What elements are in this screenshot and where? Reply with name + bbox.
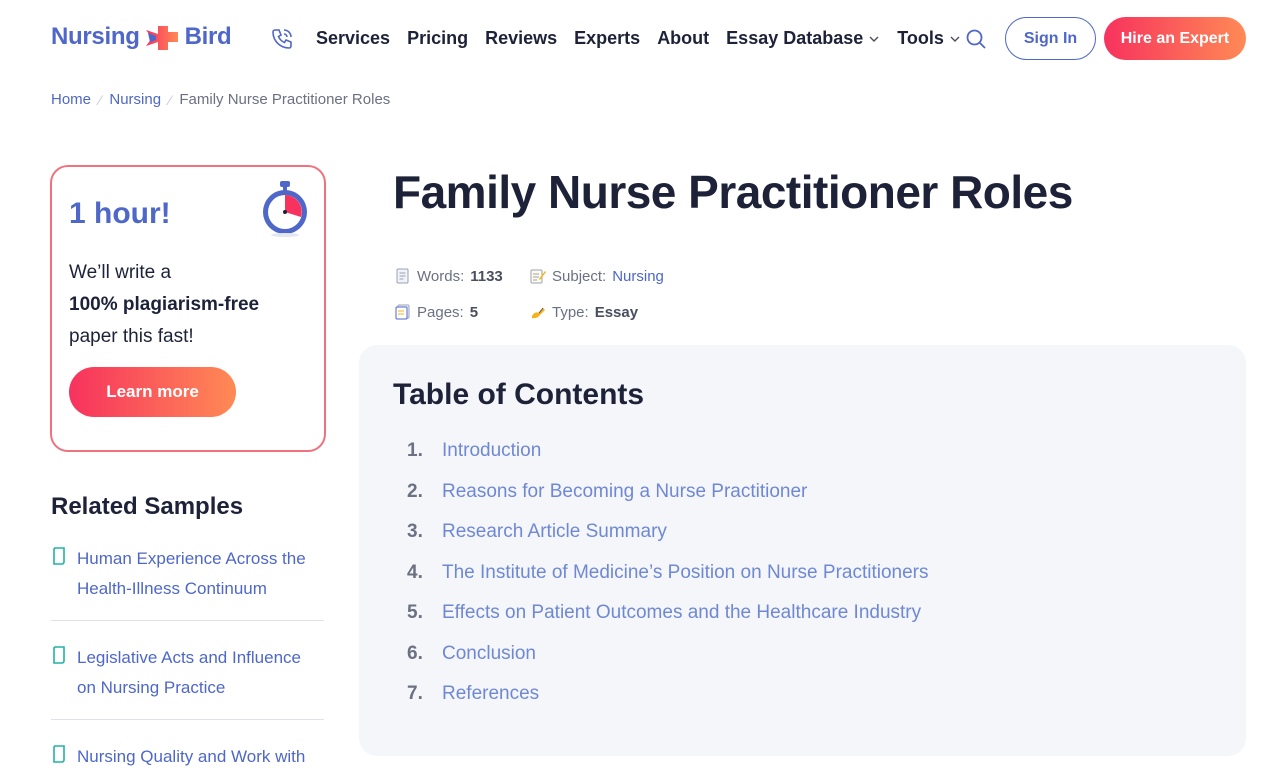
meta-subject-link[interactable]: Nursing: [612, 268, 664, 285]
meta-words: Words: 1133: [395, 268, 530, 285]
nav-tools[interactable]: Tools: [897, 28, 961, 49]
toc-item[interactable]: 7. References: [407, 683, 929, 724]
nav-pricing-label: Pricing: [407, 28, 469, 48]
nav-about[interactable]: About: [657, 28, 709, 49]
related-sample-item[interactable]: Nursing Quality and Work with: [51, 738, 324, 768]
toc-item-number: 4.: [407, 561, 423, 583]
stopwatch-icon: [263, 181, 307, 237]
phone-icon[interactable]: [270, 27, 294, 51]
toc-item-number: 5.: [407, 602, 423, 623]
meta-pages-label: Pages:: [417, 303, 464, 321]
toc-item-number: 2.: [407, 480, 423, 502]
document-icon: [53, 745, 65, 763]
toc-item-link[interactable]: Reasons for Becoming a Nurse Practitione…: [442, 481, 807, 503]
document-icon: [53, 547, 65, 565]
nav-experts[interactable]: Experts: [574, 28, 640, 49]
related-sample-link[interactable]: Legislative Acts and Influence on Nursin…: [77, 643, 324, 703]
meta-pages-value: 5: [469, 303, 479, 321]
toc-item-link[interactable]: Research Article Summary: [442, 521, 667, 543]
nav-pricing[interactable]: Pricing: [407, 28, 468, 49]
related-samples-list: Human Experience Across the Health-Illne…: [51, 540, 324, 768]
logo-text-right: Bird: [184, 23, 232, 50]
promo-headline: 1 hour!: [69, 197, 171, 230]
breadcrumb-separator: ⁄: [99, 91, 102, 108]
promo-line-1: We’ll write a: [69, 262, 172, 283]
toc-item[interactable]: 2. Reasons for Becoming a Nurse Practitio…: [407, 481, 929, 522]
meta-subject: Subject: Nursing: [530, 268, 664, 285]
toc-item-number: 3.: [407, 521, 423, 542]
breadcrumb-home[interactable]: Home: [51, 91, 91, 108]
meta-type: Type: Essay: [530, 304, 638, 321]
related-sample-item[interactable]: Human Experience Across the Health-Illne…: [51, 540, 324, 621]
promo-text: We’ll write a 100% plagiarism-free paper…: [69, 257, 309, 353]
toc-item[interactable]: 4. The Institute of Medicine’s Position o…: [407, 562, 929, 603]
toc-item-link[interactable]: Introduction: [442, 440, 541, 462]
article-meta: Words: 1133 Subject: Nursing Pages: 5 Ty…: [395, 258, 664, 330]
toc-item-link[interactable]: The Institute of Medicine’s Position on …: [442, 562, 929, 584]
related-sample-link[interactable]: Nursing Quality and Work with: [77, 742, 305, 768]
page-icon: [396, 268, 409, 284]
breadcrumb-nursing[interactable]: Nursing: [109, 91, 161, 108]
nav-about-label: About: [657, 28, 710, 48]
meta-type-label: Type:: [552, 303, 589, 321]
search-icon[interactable]: [964, 27, 988, 51]
meta-subject-label: Subject:: [552, 267, 607, 285]
nav-reviews-label: Reviews: [485, 28, 558, 48]
toc-item[interactable]: 3. Research Article Summary: [407, 521, 929, 562]
breadcrumb-separator: ⁄: [169, 91, 172, 108]
toc-item-link[interactable]: References: [442, 683, 539, 705]
table-of-contents: Table of Contents 1. Introduction 2. Reaso…: [359, 345, 1246, 756]
hire-expert-button[interactable]: Hire an Expert: [1104, 17, 1246, 60]
nav-experts-label: Experts: [574, 28, 641, 48]
nav-essay-database-label: Essay Database: [726, 28, 864, 48]
chevron-down-icon: [950, 36, 960, 42]
sign-in-button[interactable]: Sign In: [1005, 17, 1096, 60]
toc-item[interactable]: 5. Effects on Patient Outcomes and the He…: [407, 602, 929, 643]
toc-item-number: 7.: [407, 683, 423, 704]
toc-list: 1. Introduction 2. Reasons for Becoming a …: [407, 440, 929, 724]
related-sample-item[interactable]: Legislative Acts and Influence on Nursin…: [51, 639, 324, 720]
promo-line-3: paper this fast!: [69, 326, 194, 347]
document-icon: [53, 646, 65, 664]
promo-line-2: 100% plagiarism-free: [69, 289, 309, 321]
nav-services[interactable]: Services: [316, 28, 390, 49]
meta-type-value: Essay: [594, 303, 639, 321]
site-header: Nursing Bird Services Pricing Reviews Ex…: [0, 0, 1280, 78]
toc-title: Table of Contents: [393, 378, 645, 411]
related-sample-link[interactable]: Human Experience Across the Health-Illne…: [77, 544, 324, 604]
site-logo[interactable]: Nursing Bird: [51, 20, 232, 54]
memo-icon: [530, 269, 546, 284]
pages-icon: [395, 304, 410, 320]
meta-row: Words: 1133 Subject: Nursing: [395, 258, 664, 294]
meta-pages: Pages: 5: [395, 304, 530, 321]
meta-row: Pages: 5 Type: Essay: [395, 294, 664, 330]
logo-text-left: Nursing: [51, 23, 140, 50]
toc-item-link[interactable]: Conclusion: [442, 643, 536, 665]
toc-item-number: 6.: [407, 642, 423, 664]
meta-words-label: Words:: [417, 267, 465, 285]
writing-hand-icon: [532, 307, 545, 319]
promo-line-2-bold: 100% plagiarism-free: [69, 294, 260, 315]
nav-tools-label: Tools: [897, 28, 944, 48]
promo-card: 1 hour! We’ll write a 100% plagiarism-fr…: [50, 165, 326, 452]
bird-logo-icon: [145, 26, 178, 50]
breadcrumb-current: Family Nurse Practitioner Roles: [179, 91, 391, 108]
related-samples-title: Related Samples: [51, 493, 244, 520]
nav-reviews[interactable]: Reviews: [485, 28, 557, 49]
nav-essay-database[interactable]: Essay Database: [726, 28, 880, 49]
toc-item-link[interactable]: Effects on Patient Outcomes and the Heal…: [442, 602, 921, 624]
meta-words-value: 1133: [470, 267, 503, 285]
toc-item-number: 1.: [407, 440, 423, 461]
page-title: Family Nurse Practitioner Roles: [393, 166, 1073, 218]
toc-item[interactable]: 1. Introduction: [407, 440, 929, 481]
chevron-down-icon: [869, 36, 879, 42]
toc-item[interactable]: 6. Conclusion: [407, 643, 929, 684]
breadcrumb: Home ⁄ Nursing ⁄ Family Nurse Practition…: [51, 91, 390, 108]
nav-services-label: Services: [316, 28, 391, 48]
learn-more-button[interactable]: Learn more: [69, 367, 236, 417]
main-nav: Services Pricing Reviews Experts About E…: [316, 28, 961, 49]
